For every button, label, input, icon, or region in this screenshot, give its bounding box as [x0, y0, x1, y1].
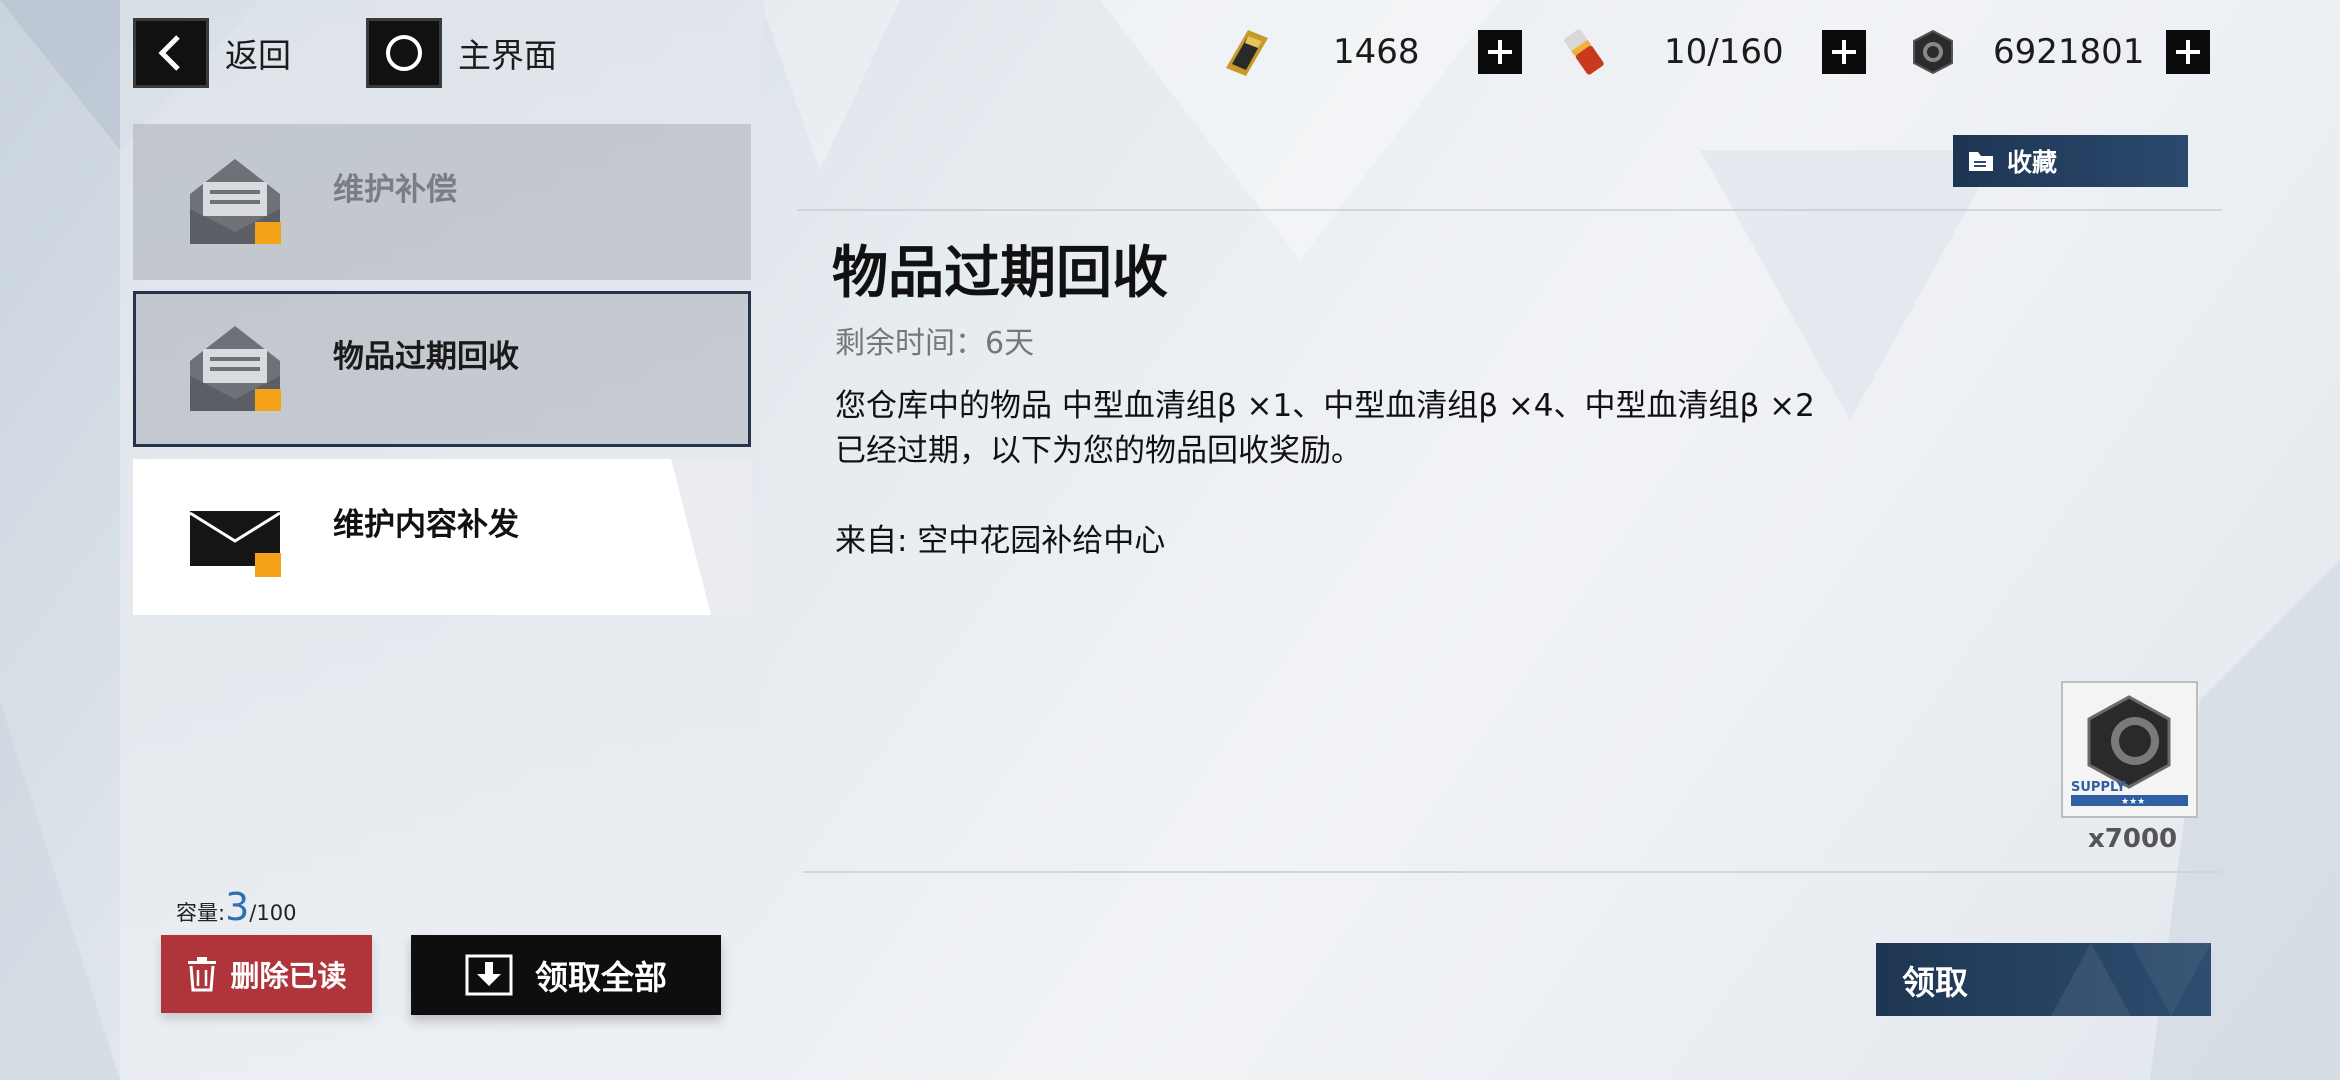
mail-item-maintenance-reissue[interactable]: 维护内容补发: [133, 459, 751, 615]
delete-read-button[interactable]: 删除已读: [161, 935, 372, 1013]
resource-nuts: [1908, 22, 1958, 82]
mail-title: 物品过期回收: [832, 241, 1168, 306]
favorite-label: 收藏: [2007, 148, 2058, 177]
folder-icon: [1969, 152, 1993, 171]
gold-bar-icon: [1226, 30, 1268, 76]
add-stamina-button[interactable]: [1822, 30, 1866, 74]
mail-item-maintenance-compensation[interactable]: 维护补偿: [133, 124, 751, 280]
capacity-label: 容量:: [176, 901, 226, 925]
resource-nuts-value: 6921801: [1993, 32, 2145, 72]
hex-nut-icon: ★★★ SUPPLY: [2071, 695, 2188, 807]
mailbox-capacity: 容量:3/100: [176, 885, 296, 929]
envelope-open-icon: [190, 326, 281, 411]
svg-text:★★★: ★★★: [2121, 797, 2145, 807]
mail-body-line-1: 您仓库中的物品 中型血清组β ×1、中型血清组β ×4、中型血清组β ×2: [835, 388, 1815, 424]
add-nuts-button[interactable]: [2166, 30, 2210, 74]
add-gold-button[interactable]: [1478, 30, 1522, 74]
home-circle-icon: [366, 18, 442, 88]
mail-item-title: 维护补偿: [333, 172, 457, 208]
content-divider-top: [797, 209, 2222, 211]
capacity-used: 3: [225, 885, 250, 929]
battery-cell-icon: [1564, 29, 1604, 75]
mail-item-expired-recycle[interactable]: 物品过期回收: [133, 291, 751, 447]
envelope-open-icon: [190, 159, 281, 244]
resource-gold: [1218, 22, 1274, 82]
reward-item[interactable]: ★★★ SUPPLY: [2061, 681, 2198, 818]
hex-nut-icon: [1913, 29, 1953, 75]
back-label: 返回: [225, 36, 291, 75]
reward-count: x7000: [2088, 824, 2178, 854]
mail-item-title: 物品过期回收: [333, 339, 519, 375]
decorative-triangles: [2051, 943, 2211, 1016]
content-divider-bottom: [803, 871, 2221, 873]
delete-read-label: 删除已读: [230, 959, 347, 993]
decorative-triangle: [671, 459, 751, 615]
plus-icon: [2176, 40, 2200, 64]
mail-sender: 来自: 空中花园补给中心: [835, 523, 1166, 559]
plus-icon: [1832, 40, 1856, 64]
capacity-max: /100: [249, 901, 297, 925]
plus-icon: [1488, 40, 1512, 64]
back-button[interactable]: 返回: [133, 18, 291, 88]
home-label: 主界面: [458, 36, 557, 75]
chevron-left-icon: [133, 18, 209, 88]
reward-tag: SUPPLY: [2071, 780, 2126, 795]
download-icon: [465, 954, 513, 996]
claim-all-button[interactable]: 领取全部: [411, 935, 721, 1015]
favorite-button[interactable]: 收藏: [1953, 135, 2188, 187]
claim-label: 领取: [1902, 962, 1968, 1002]
trash-icon: [188, 957, 217, 992]
claim-all-label: 领取全部: [535, 958, 667, 997]
mail-item-title: 维护内容补发: [333, 507, 519, 543]
envelope-closed-icon: [189, 511, 281, 577]
claim-button[interactable]: 领取: [1876, 943, 2211, 1016]
remaining-time: 剩余时间：6天: [835, 326, 1035, 361]
home-button[interactable]: 主界面: [366, 18, 557, 88]
resource-stamina-value: 10/160: [1664, 32, 1784, 72]
mail-body-line-2: 已经过期，以下为您的物品回收奖励。: [835, 433, 1362, 469]
resource-gold-value: 1468: [1333, 32, 1420, 72]
resource-stamina: [1560, 22, 1608, 82]
